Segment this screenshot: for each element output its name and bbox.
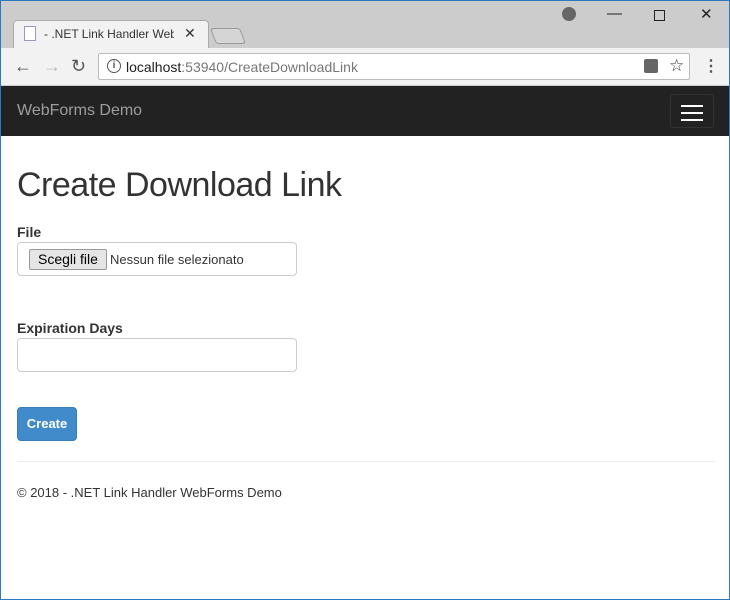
minimize-icon[interactable]: — — [607, 5, 622, 22]
file-input[interactable]: Scegli file Nessun file selezionato — [17, 242, 297, 276]
translate-icon[interactable] — [644, 59, 658, 73]
browser-toolbar: ← → ↻ i localhost:53940/CreateDownloadLi… — [1, 48, 729, 86]
expiration-days-input[interactable] — [17, 338, 297, 372]
profile-icon[interactable] — [562, 7, 576, 21]
expiration-label: Expiration Days — [17, 320, 123, 336]
no-file-text: Nessun file selezionato — [110, 252, 244, 267]
tab-title: - .NET Link Handler WebForms Demo — [44, 27, 174, 41]
close-window-icon[interactable]: ✕ — [700, 5, 713, 23]
brand-link[interactable]: WebForms Demo — [17, 102, 142, 120]
create-button[interactable]: Create — [17, 407, 77, 441]
back-icon[interactable]: ← — [14, 56, 32, 77]
menu-icon[interactable]: ⋮ — [703, 56, 719, 76]
new-tab-button[interactable] — [210, 28, 246, 44]
title-bar: - .NET Link Handler WebForms Demo ✕ — ✕ — [1, 1, 729, 48]
url-path: :53940/CreateDownloadLink — [181, 59, 358, 75]
hamburger-menu-button[interactable] — [670, 94, 714, 128]
divider — [17, 461, 715, 462]
star-icon[interactable]: ☆ — [669, 56, 684, 76]
forward-icon[interactable]: → — [43, 56, 61, 77]
page-title: Create Download Link — [17, 166, 342, 204]
reload-icon[interactable]: ↻ — [71, 56, 86, 77]
choose-file-button[interactable]: Scegli file — [29, 249, 107, 270]
navbar: WebForms Demo — [1, 86, 729, 136]
file-label: File — [17, 224, 42, 240]
address-bar[interactable]: i localhost:53940/CreateDownloadLink ☆ — [98, 53, 690, 80]
footer-text: © 2018 - .NET Link Handler WebForms Demo — [17, 485, 282, 500]
close-tab-icon[interactable]: ✕ — [184, 25, 196, 42]
info-icon[interactable]: i — [107, 59, 121, 73]
page-icon — [24, 26, 36, 41]
maximize-icon[interactable] — [654, 10, 665, 21]
url-host: localhost — [126, 59, 182, 75]
